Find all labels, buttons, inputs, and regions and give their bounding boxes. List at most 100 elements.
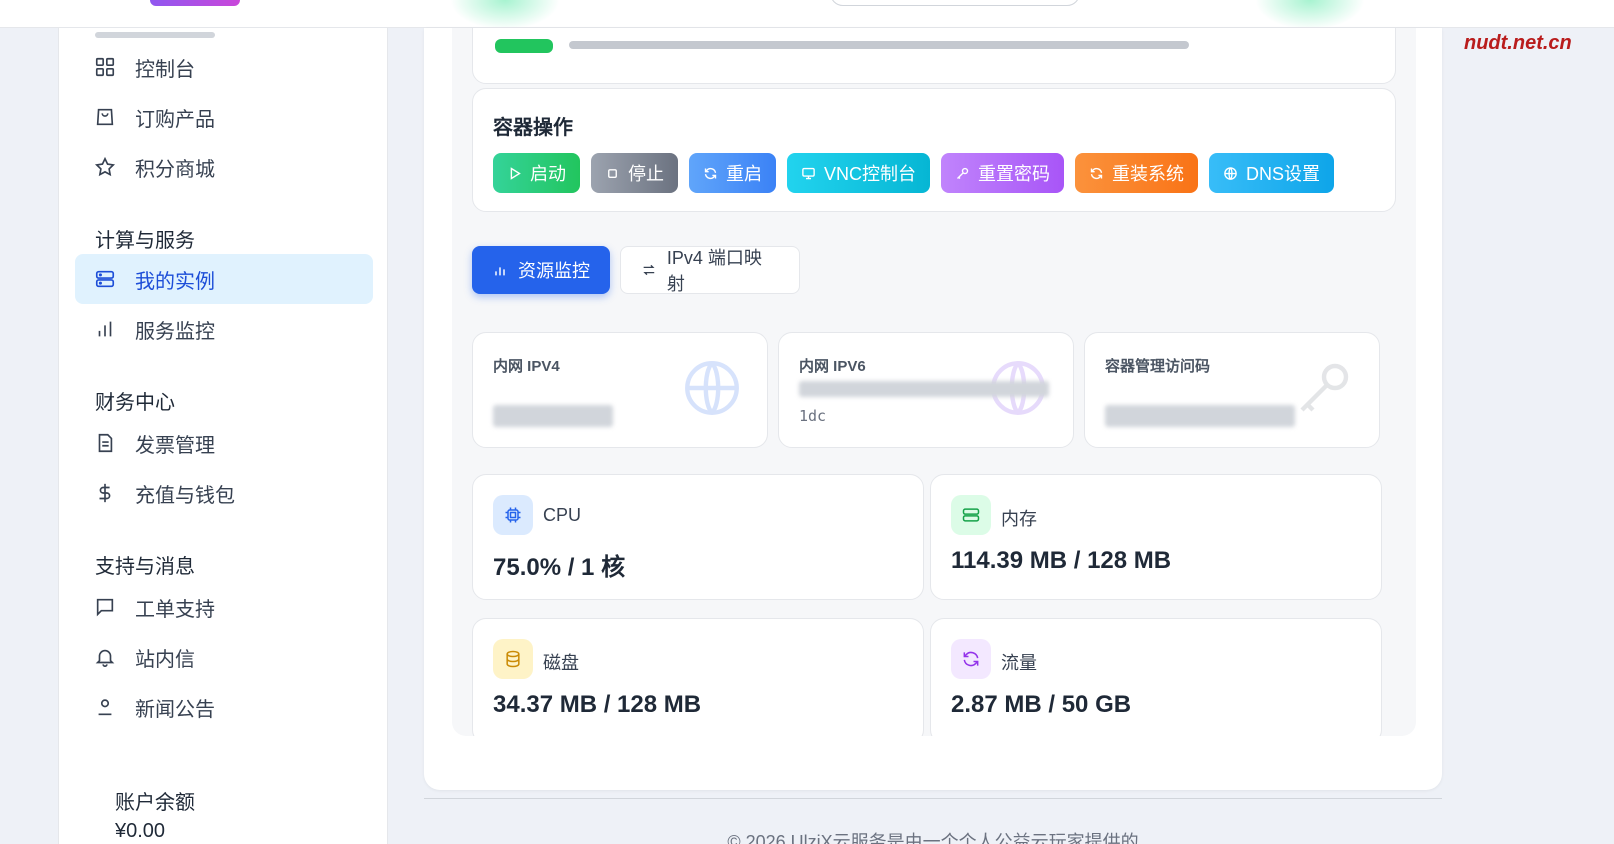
bar-chart-icon [93,317,117,341]
sidebar-item-label: 我的实例 [135,270,215,293]
restart-button[interactable]: 重启 [689,153,776,193]
logo [150,0,240,6]
disk-stat-card: 磁盘 34.37 MB / 128 MB [472,618,924,736]
footer-copyright: © 2026 UlziX云服务是由一个个人公益云玩家提供的 [727,832,1139,844]
restart-button-label: 重启 [726,164,762,184]
sidebar-item-label: 站内信 [135,648,195,671]
star-icon [93,155,117,179]
sidebar-item-points-mall[interactable]: 积分商城 [75,142,373,192]
internal-ipv6-label: 内网 IPV6 [799,358,866,375]
disk-value: 34.37 MB / 128 MB [493,691,702,718]
server-icon [93,267,117,291]
sidebar-section-title: 财务中心 [95,392,175,414]
internal-ipv6-card: 内网 IPV6 1dc [778,332,1074,448]
reset-password-button[interactable]: 重置密码 [941,153,1065,193]
grid-icon [93,55,117,79]
tab-label: 资源监控 [518,261,590,281]
swap-icon [643,264,655,276]
reinstall-system-button-label: 重装系统 [1112,164,1185,184]
sidebar-item-wallet[interactable]: 充值与钱包 [75,468,373,518]
memory-label: 内存 [1001,509,1037,529]
vnc-console-button[interactable]: VNC控制台 [787,153,931,193]
dns-settings-button-label: DNS设置 [1246,164,1321,184]
database-icon [493,639,533,679]
sidebar-item-invoices[interactable]: 发票管理 [75,418,373,468]
redacted-value [1105,405,1295,427]
balance-value: ¥0.00 [115,820,166,842]
play-icon [510,166,521,180]
disk-label: 磁盘 [543,653,579,673]
instance-detail-panel: 容器操作 启动 停止 重启 VNC控制台 重置密码 重装系统 DNS设置 资源监… [452,28,1416,736]
sidebar-section-title: 支持与消息 [95,556,195,578]
watermark: nudt.net.cn [1464,32,1572,54]
memory-icon [951,495,991,535]
traffic-label: 流量 [1001,653,1037,673]
sidebar-item-label: 服务监控 [135,320,215,343]
sidebar-item-label: 控制台 [135,58,195,81]
stop-button-label: 停止 [628,164,664,184]
redacted-value [493,405,613,427]
start-button-label: 启动 [530,164,566,184]
instance-info-text [569,41,1189,49]
key-icon [957,167,969,179]
footer-divider [424,798,1442,799]
sidebar-item-my-instances[interactable]: 我的实例 [75,254,373,304]
internal-ipv4-label: 内网 IPV4 [493,358,560,375]
reset-password-button-label: 重置密码 [978,164,1051,184]
header-search-box[interactable] [830,0,1080,6]
sidebar-item-label: 订购产品 [135,108,215,131]
tab-resource-monitor[interactable]: 资源监控 [472,246,610,294]
sidebar-section-title-cut [95,32,215,38]
dns-settings-button[interactable]: DNS设置 [1209,153,1335,193]
sidebar-item-label: 积分商城 [135,158,215,181]
bell-icon [93,645,117,669]
access-code-label: 容器管理访问码 [1105,358,1211,375]
stop-icon [608,168,617,178]
redacted-value [799,381,1049,397]
status-badge [495,39,553,53]
reinstall-icon [1090,167,1103,179]
header-glow [450,0,560,27]
sidebar-section-title: 计算与服务 [95,230,195,252]
sidebar-item-messages[interactable]: 站内信 [75,632,373,682]
reinstall-system-button[interactable]: 重装系统 [1075,153,1199,193]
cpu-value: 75.0% / 1 核 [493,554,626,581]
sidebar: 控制台 订购产品 积分商城 计算与服务 我的实例 服务监控 财务中心 发票管理 … [58,28,388,844]
globe-icon [685,361,739,415]
container-operations-title: 容器操作 [493,117,573,139]
top-header [0,0,1614,28]
balance-label: 账户余额 [115,792,195,814]
globe-icon [1224,166,1237,180]
header-glow [1255,0,1365,27]
vnc-console-button-label: VNC控制台 [824,164,917,184]
sidebar-item-console[interactable]: 控制台 [75,42,373,92]
sidebar-item-label: 充值与钱包 [135,484,235,507]
bar-chart-icon [495,267,505,276]
internal-ipv4-card: 内网 IPV4 [472,332,768,448]
sidebar-item-service-monitor[interactable]: 服务监控 [75,304,373,354]
sidebar-item-label: 工单支持 [135,598,215,621]
tab-label: IPv4 端口映射 [666,248,762,294]
traffic-value: 2.87 MB / 50 GB [951,691,1132,718]
cpu-stat-card: CPU 75.0% / 1 核 [472,474,924,600]
traffic-stat-card: 流量 2.87 MB / 50 GB [930,618,1382,736]
monitor-icon [802,167,815,179]
memory-value: 114.39 MB / 128 MB [951,547,1172,574]
sidebar-item-label: 新闻公告 [135,698,215,721]
chat-icon [93,595,117,619]
shopping-bag-icon [93,105,117,129]
sidebar-item-order[interactable]: 订购产品 [75,92,373,142]
traffic-icon [951,639,991,679]
cpu-icon [493,495,533,535]
container-operations-card: 容器操作 启动 停止 重启 VNC控制台 重置密码 重装系统 DNS设置 [472,88,1396,212]
sidebar-item-tickets[interactable]: 工单支持 [75,582,373,632]
stop-button[interactable]: 停止 [591,153,678,193]
refresh-icon [704,167,717,179]
operations-button-group: 启动 停止 重启 VNC控制台 重置密码 重装系统 DNS设置 [493,153,1335,193]
instance-info-card [472,28,1396,84]
sidebar-item-news[interactable]: 新闻公告 [75,682,373,732]
start-button[interactable]: 启动 [493,153,580,193]
key-icon [1300,363,1349,412]
tab-ipv4-port-mapping[interactable]: IPv4 端口映射 [620,246,800,294]
ipv6-value-tail: 1dc [799,407,827,425]
